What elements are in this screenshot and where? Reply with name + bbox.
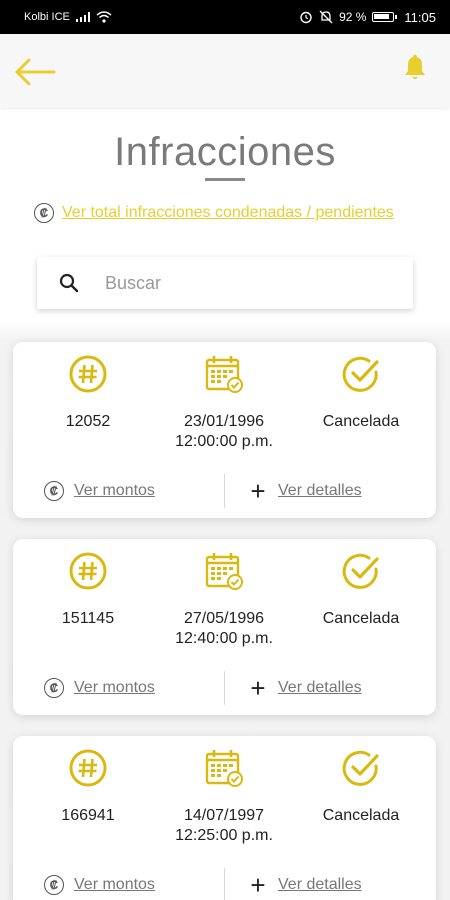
view-details-link[interactable]: + Ver detalles [248,673,362,703]
bell-icon[interactable] [402,54,428,82]
view-amounts-label: Ver montos [74,679,155,696]
view-totals-link[interactable]: ₡ Ver total infracciones condenadas / pe… [34,203,394,223]
infraction-datetime: 27/05/1996 12:40:00 p.m. [154,609,294,649]
infraction-date: 27/05/1996 [183,610,265,627]
hash-icon [69,355,107,393]
view-details-label: Ver detalles [278,679,362,696]
infraction-status: Cancelada [322,807,400,824]
arrow-left-icon[interactable] [14,58,56,86]
view-details-label: Ver detalles [278,876,362,893]
infraction-date-column: 23/01/1996 12:00:00 p.m. [154,354,294,452]
calendar-check-icon [205,553,243,590]
card-footer: ₡ Ver montos + Ver detalles [13,472,436,518]
infraction-status-column: Cancelada [291,748,431,826]
infraction-number: 151145 [61,610,115,627]
page-title: Infracciones [114,130,336,174]
search-input[interactable] [105,272,385,294]
view-amounts-label: Ver montos [74,482,155,499]
battery-icon [372,12,398,22]
calendar-check-icon [205,750,243,787]
check-circle-icon [342,750,379,786]
view-details-link[interactable]: + Ver detalles [248,476,362,506]
footer-divider [224,671,225,705]
status-right: 92 % 11:05 [299,10,436,25]
view-amounts-link[interactable]: ₡ Ver montos [44,481,155,501]
infraction-status-column: Cancelada [291,551,431,629]
footer-divider [224,474,225,508]
app-bar [0,34,450,108]
status-left: Kolbi ICE [24,11,112,23]
status-bar: Kolbi ICE 92 % 11:05 [0,0,450,34]
hash-icon [69,749,107,787]
battery-percent: 92 % [339,10,367,24]
carrier-label: Kolbi ICE [24,11,70,23]
infraction-date: 23/01/1996 [183,413,265,430]
wifi-icon [96,11,112,23]
view-details-label: Ver detalles [278,482,362,499]
infraction-number: 166941 [61,807,115,824]
hash-icon [69,552,107,590]
infraction-status: Cancelada [322,413,400,430]
infraction-time: 12:40:00 p.m. [175,630,273,647]
card-footer: ₡ Ver montos + Ver detalles [13,866,436,900]
infraction-number-column: 151145 [18,551,158,629]
title-underline [205,178,245,181]
infraction-card: 151145 27/05/1996 12:40:00 p.m. Cancelad… [13,539,436,715]
plus-icon: + [250,673,266,703]
view-details-link[interactable]: + Ver detalles [248,870,362,900]
view-totals-label: Ver total infracciones condenadas / pend… [62,204,394,221]
check-circle-icon [342,553,379,589]
colon-currency-icon: ₡ [34,203,54,223]
infraction-datetime: 14/07/1997 12:25:00 p.m. [154,806,294,846]
colon-currency-icon: ₡ [44,875,64,895]
infraction-number-column: 12052 [18,354,158,432]
infraction-number: 12052 [65,413,111,430]
infraction-datetime: 23/01/1996 12:00:00 p.m. [154,412,294,452]
search-icon [59,273,79,293]
infraction-number-column: 166941 [18,748,158,826]
infraction-date-column: 27/05/1996 12:40:00 p.m. [154,551,294,649]
view-amounts-label: Ver montos [74,876,155,893]
infraction-status: Cancelada [322,610,400,627]
check-circle-icon [342,356,379,392]
card-footer: ₡ Ver montos + Ver detalles [13,669,436,715]
colon-currency-icon: ₡ [44,678,64,698]
infraction-card: 166941 14/07/1997 12:25:00 p.m. Cancelad… [13,736,436,900]
infraction-date: 14/07/1997 [183,807,265,824]
plus-icon: + [250,476,266,506]
infraction-card: 12052 23/01/1996 12:00:00 p.m. Cancelada… [13,342,436,518]
infraction-time: 12:25:00 p.m. [175,827,273,844]
infraction-date-column: 14/07/1997 12:25:00 p.m. [154,748,294,846]
calendar-check-icon [205,356,243,393]
view-amounts-link[interactable]: ₡ Ver montos [44,678,155,698]
plus-icon: + [250,870,266,900]
colon-currency-icon: ₡ [44,481,64,501]
mute-icon [319,10,333,24]
alarm-icon [300,11,312,24]
footer-divider [224,868,225,900]
signal-icon [75,12,90,22]
view-amounts-link[interactable]: ₡ Ver montos [44,875,155,895]
infraction-time: 12:00:00 p.m. [175,433,273,450]
infraction-status-column: Cancelada [291,354,431,432]
status-time: 11:05 [404,9,436,25]
search-box [37,257,413,309]
